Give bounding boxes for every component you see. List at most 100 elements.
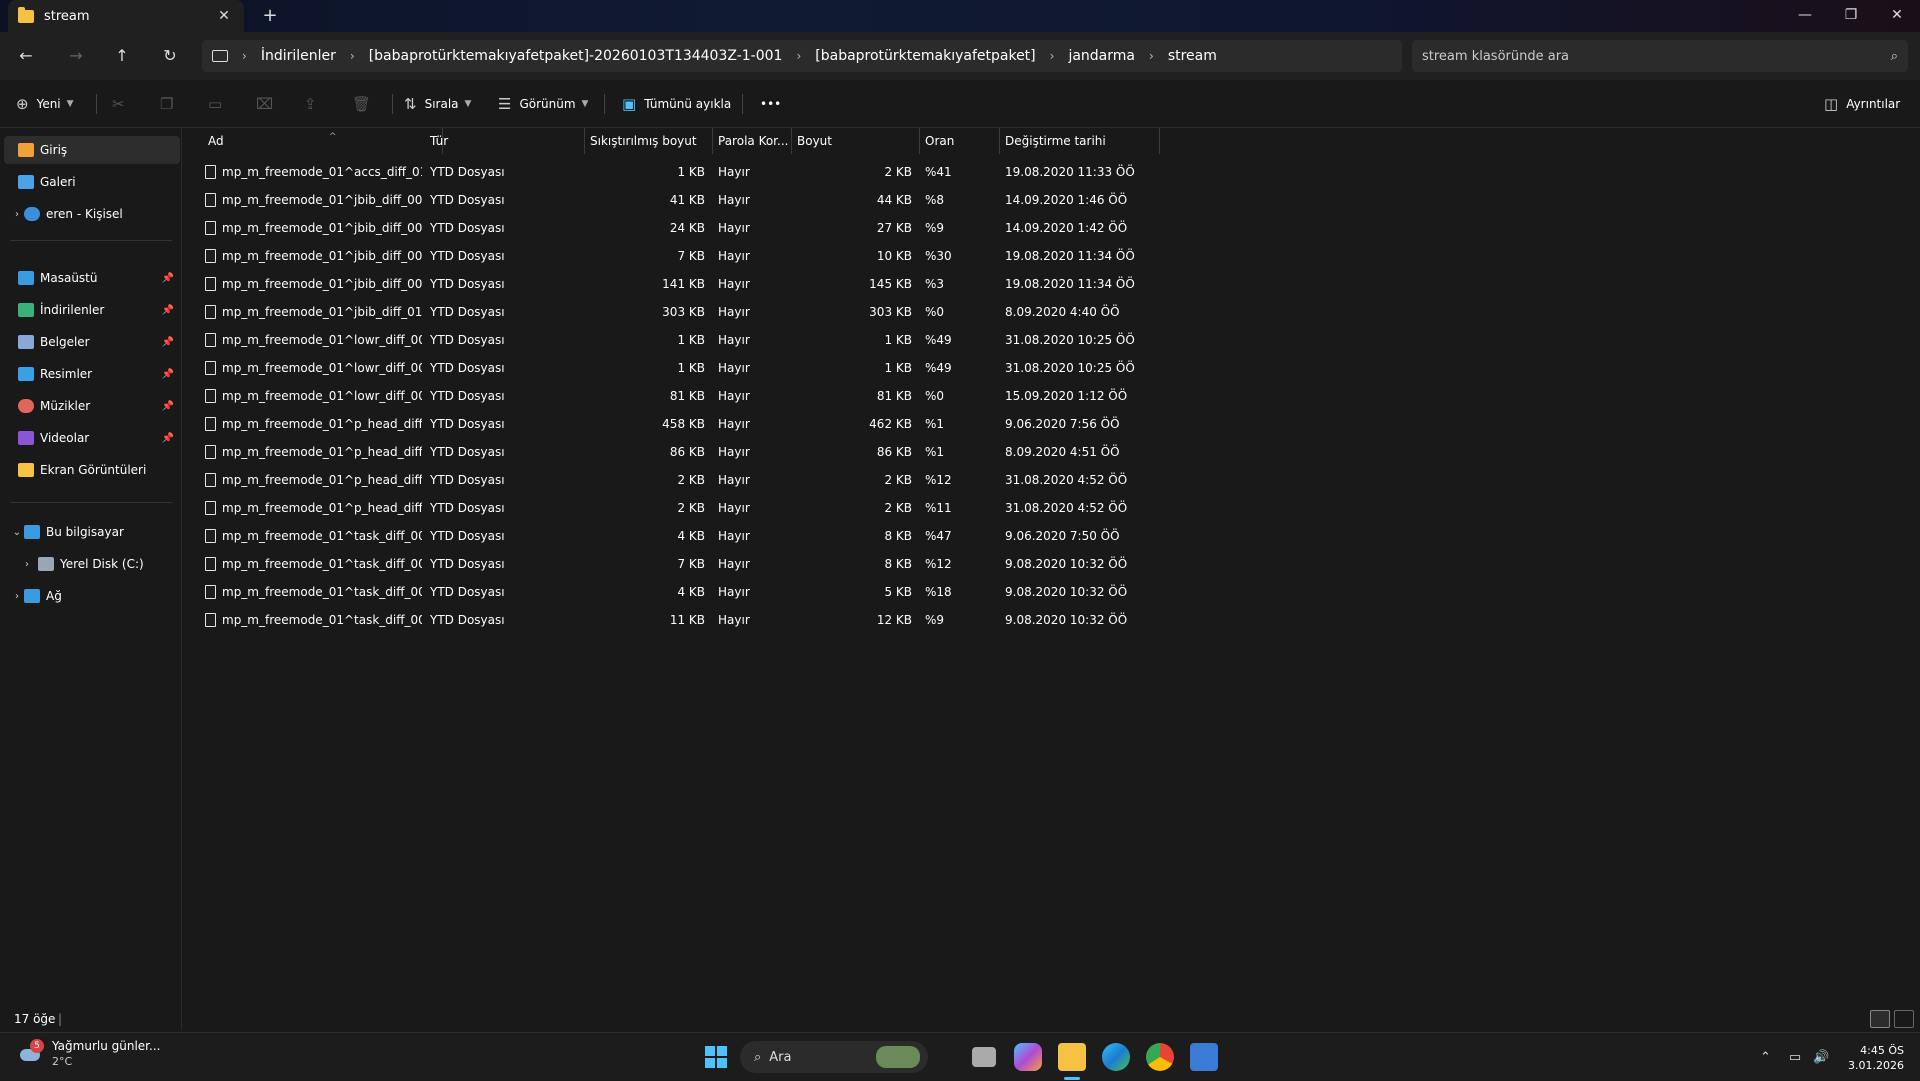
search-input[interactable]: stream klasöründe ara ⌕ bbox=[1412, 40, 1908, 72]
pin-icon[interactable]: 📌 bbox=[162, 401, 174, 412]
pin-icon[interactable]: 📌 bbox=[162, 337, 174, 348]
view-button[interactable]: ☰ Görünüm ▼ bbox=[498, 92, 588, 116]
close-window-button[interactable]: ✕ bbox=[1874, 0, 1920, 32]
sidebar-item-onedrive[interactable]: › eren - Kişisel bbox=[4, 200, 180, 228]
edge-icon[interactable] bbox=[1102, 1043, 1130, 1071]
column-header-date[interactable]: Değiştirme tarihi bbox=[1000, 128, 1160, 154]
maximize-button[interactable]: ❐ bbox=[1828, 0, 1874, 32]
table-row[interactable]: mp_m_freemode_01^lowr_diff_005... YTD Dos… bbox=[183, 382, 1183, 410]
back-button[interactable]: ← bbox=[14, 44, 38, 68]
pin-icon[interactable]: 📌 bbox=[162, 305, 174, 316]
extract-all-button[interactable]: ▣ Tümünü ayıkla bbox=[622, 92, 731, 116]
taskbar-search[interactable]: ⌕ Ara bbox=[740, 1041, 928, 1073]
close-tab-button[interactable]: ✕ bbox=[214, 8, 234, 24]
copy-button[interactable]: ❐ bbox=[160, 92, 181, 116]
sidebar-item-desktop[interactable]: Masaüstü 📌 bbox=[4, 264, 180, 292]
pin-icon[interactable]: 📌 bbox=[162, 369, 174, 380]
sidebar-item-network[interactable]: › Ağ bbox=[4, 582, 180, 610]
table-row[interactable]: mp_m_freemode_01^lowr_diff_005... YTD Dos… bbox=[183, 326, 1183, 354]
table-row[interactable]: mp_m_freemode_01^p_head_diff_... YTD Dosy… bbox=[183, 466, 1183, 494]
new-tab-button[interactable]: + bbox=[258, 4, 282, 28]
cut-button[interactable]: ✂ bbox=[112, 92, 133, 116]
breadcrumb-jandarma[interactable]: jandarma bbox=[1068, 48, 1135, 64]
table-row[interactable]: mp_m_freemode_01^task_diff_008... YTD Dos… bbox=[183, 550, 1183, 578]
start-button[interactable] bbox=[702, 1043, 730, 1071]
more-options-button[interactable]: ••• bbox=[760, 92, 781, 116]
sidebar-item-screenshots[interactable]: Ekran Görüntüleri bbox=[4, 456, 180, 484]
chevron-down-icon[interactable]: ⌄ bbox=[10, 527, 24, 538]
column-header-compressed-size[interactable]: Sıkıştırılmış boyut bbox=[585, 128, 713, 154]
chevron-right-icon[interactable]: › bbox=[350, 49, 355, 63]
minimize-button[interactable]: — bbox=[1782, 0, 1828, 32]
sidebar-item-videos[interactable]: Videolar 📌 bbox=[4, 424, 180, 452]
search-icon[interactable]: ⌕ bbox=[1891, 49, 1898, 64]
store-icon[interactable] bbox=[1190, 1043, 1218, 1071]
pin-icon[interactable]: 📌 bbox=[162, 433, 174, 444]
chevron-right-icon[interactable]: › bbox=[796, 49, 801, 63]
tab-stream[interactable]: stream ✕ bbox=[8, 0, 244, 32]
size-cell: 303 KB bbox=[869, 305, 912, 319]
refresh-button[interactable]: ↻ bbox=[158, 44, 182, 68]
table-row[interactable]: mp_m_freemode_01^p_head_diff_... YTD Dosy… bbox=[183, 494, 1183, 522]
table-row[interactable]: mp_m_freemode_01^jbib_diff_002... YTD Dos… bbox=[183, 186, 1183, 214]
table-row[interactable]: mp_m_freemode_01^task_diff_008... YTD Dos… bbox=[183, 606, 1183, 634]
table-row[interactable]: mp_m_freemode_01^jbib_diff_010... YTD Dos… bbox=[183, 298, 1183, 326]
paste-button[interactable]: ▭ bbox=[208, 92, 230, 116]
address-bar[interactable]: › İndirilenler › [babaprotürktemakıyafet… bbox=[202, 40, 1402, 72]
column-header-name[interactable]: ^ Ad bbox=[203, 128, 443, 154]
details-button[interactable]: ◫ Ayrıntılar bbox=[1824, 92, 1900, 116]
breadcrumb-downloads[interactable]: İndirilenler bbox=[261, 48, 336, 64]
sidebar-item-pictures[interactable]: Resimler 📌 bbox=[4, 360, 180, 388]
chrome-icon[interactable] bbox=[1146, 1043, 1174, 1071]
sidebar-item-music[interactable]: Müzikler 📌 bbox=[4, 392, 180, 420]
task-view-icon[interactable] bbox=[972, 1047, 996, 1067]
sidebar-item-documents[interactable]: Belgeler 📌 bbox=[4, 328, 180, 356]
sort-button[interactable]: ⇅ Sırala ▼ bbox=[404, 92, 471, 116]
chevron-right-icon[interactable]: › bbox=[10, 591, 24, 602]
chevron-right-icon[interactable]: › bbox=[10, 209, 24, 220]
this-pc-icon[interactable] bbox=[212, 50, 228, 62]
compressed-size-cell: 24 KB bbox=[669, 221, 705, 235]
table-row[interactable]: mp_m_freemode_01^p_head_diff_... YTD Dosy… bbox=[183, 438, 1183, 466]
volume-icon[interactable]: 🔊 bbox=[1813, 1050, 1829, 1065]
sidebar-item-gallery[interactable]: Galeri bbox=[4, 168, 180, 196]
up-button[interactable]: ↑ bbox=[110, 44, 134, 68]
chevron-right-icon[interactable]: › bbox=[242, 49, 247, 63]
table-row[interactable]: mp_m_freemode_01^task_diff_000... YTD Dos… bbox=[183, 522, 1183, 550]
table-row[interactable]: mp_m_freemode_01^lowr_diff_005... YTD Dos… bbox=[183, 354, 1183, 382]
breadcrumb-stream[interactable]: stream bbox=[1168, 48, 1217, 64]
pin-icon[interactable]: 📌 bbox=[162, 273, 174, 284]
column-header-ratio[interactable]: Oran bbox=[920, 128, 1000, 154]
file-explorer-icon[interactable] bbox=[1058, 1043, 1086, 1071]
clock[interactable]: 4:45 ÖS 3.01.2026 bbox=[1844, 1043, 1904, 1073]
table-row[interactable]: mp_m_freemode_01^accs_diff_011... YTD Dos… bbox=[183, 158, 1183, 186]
chevron-right-icon[interactable]: › bbox=[20, 559, 34, 570]
table-row[interactable]: mp_m_freemode_01^jbib_diff_004... YTD Dos… bbox=[183, 242, 1183, 270]
breadcrumb-archive[interactable]: [babaprotürktemakıyafetpaket]-20260103T1… bbox=[369, 48, 783, 64]
forward-button[interactable]: → bbox=[64, 44, 88, 68]
column-header-size[interactable]: Boyut bbox=[792, 128, 920, 154]
details-view-button[interactable] bbox=[1870, 1010, 1890, 1028]
column-header-type[interactable]: Tür bbox=[425, 128, 585, 154]
share-button[interactable]: ⇪ bbox=[304, 92, 325, 116]
large-icons-view-button[interactable] bbox=[1894, 1010, 1914, 1028]
column-header-password[interactable]: Parola Kor... bbox=[713, 128, 792, 154]
table-row[interactable]: mp_m_freemode_01^jbib_diff_004... YTD Dos… bbox=[183, 270, 1183, 298]
delete-button[interactable]: 🗑 bbox=[352, 92, 379, 116]
sidebar-item-home[interactable]: Giriş bbox=[4, 136, 180, 164]
breadcrumb-package[interactable]: [babaprotürktemakıyafetpaket] bbox=[815, 48, 1035, 64]
table-row[interactable]: mp_m_freemode_01^task_diff_008... YTD Dos… bbox=[183, 578, 1183, 606]
sidebar-item-this-pc[interactable]: ⌄ Bu bilgisayar bbox=[4, 518, 180, 546]
chevron-right-icon[interactable]: › bbox=[1050, 49, 1055, 63]
rename-button[interactable]: ⌧ bbox=[256, 92, 281, 116]
copilot-icon[interactable] bbox=[1014, 1043, 1042, 1071]
weather-widget[interactable]: 5 Yağmurlu günler... 2°C bbox=[16, 1039, 160, 1069]
sidebar-item-local-disk[interactable]: › Yerel Disk (C:) bbox=[4, 550, 180, 578]
sidebar-item-downloads[interactable]: İndirilenler 📌 bbox=[4, 296, 180, 324]
chevron-up-icon[interactable]: ⌃ bbox=[1760, 1050, 1771, 1065]
table-row[interactable]: mp_m_freemode_01^jbib_diff_003... YTD Dos… bbox=[183, 214, 1183, 242]
table-row[interactable]: mp_m_freemode_01^p_head_diff_... YTD Dosy… bbox=[183, 410, 1183, 438]
new-button[interactable]: ⊕ Yeni ▼ bbox=[16, 92, 74, 116]
network-icon[interactable]: ▭ bbox=[1789, 1050, 1801, 1065]
chevron-right-icon[interactable]: › bbox=[1149, 49, 1154, 63]
